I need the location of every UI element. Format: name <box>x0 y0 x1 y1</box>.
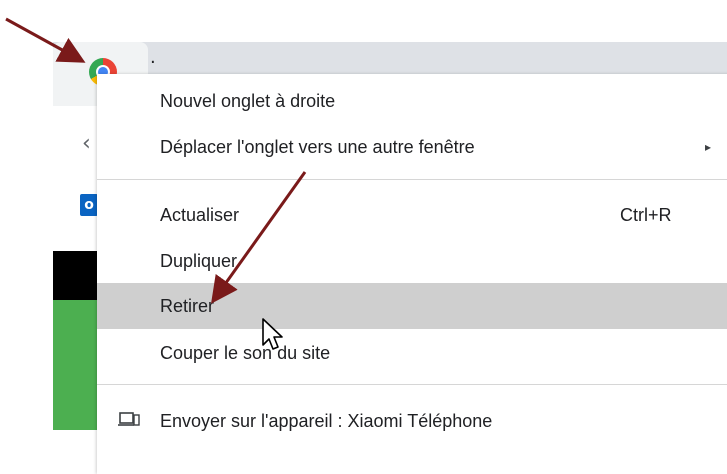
page-green-region <box>53 300 97 430</box>
back-arrow-icon[interactable]: ‹ <box>82 133 91 155</box>
menu-item-label: Dupliquer <box>160 250 238 271</box>
menu-item-move-tab-window[interactable]: Déplacer l'onglet vers une autre fenêtre… <box>97 124 727 170</box>
chevron-right-icon: ▸ <box>705 140 712 154</box>
menu-item-duplicate[interactable]: Dupliquer <box>97 238 727 284</box>
menu-item-label: Déplacer l'onglet vers une autre fenêtre <box>160 136 475 157</box>
tab-title[interactable]: · <box>150 54 210 72</box>
outlook-icon[interactable]: o <box>80 194 98 216</box>
menu-item-label: Couper le son du site <box>160 342 331 363</box>
menu-item-label: Actualiser <box>160 204 240 225</box>
menu-separator <box>97 384 727 385</box>
page-dark-region <box>53 251 97 300</box>
menu-item-label: Retirer <box>160 295 215 316</box>
menu-separator <box>97 179 727 180</box>
menu-item-send-to-device[interactable]: Envoyer sur l'appareil : Xiaomi Téléphon… <box>97 398 727 444</box>
menu-item-mute-site[interactable]: Couper le son du site <box>97 330 727 376</box>
menu-item-shortcut: Ctrl+R <box>620 204 672 225</box>
send-to-device-icon <box>118 410 140 430</box>
menu-item-label: Envoyer sur l'appareil : Xiaomi Téléphon… <box>160 410 493 431</box>
menu-item-remove[interactable]: Retirer <box>97 283 727 329</box>
tab-context-menu: Nouvel onglet à droite Déplacer l'onglet… <box>97 74 727 474</box>
mouse-cursor-icon <box>261 317 287 353</box>
menu-item-label: Nouvel onglet à droite <box>160 90 336 111</box>
menu-item-reload[interactable]: Actualiser Ctrl+R <box>97 192 727 238</box>
menu-item-new-tab-right[interactable]: Nouvel onglet à droite <box>97 78 727 124</box>
